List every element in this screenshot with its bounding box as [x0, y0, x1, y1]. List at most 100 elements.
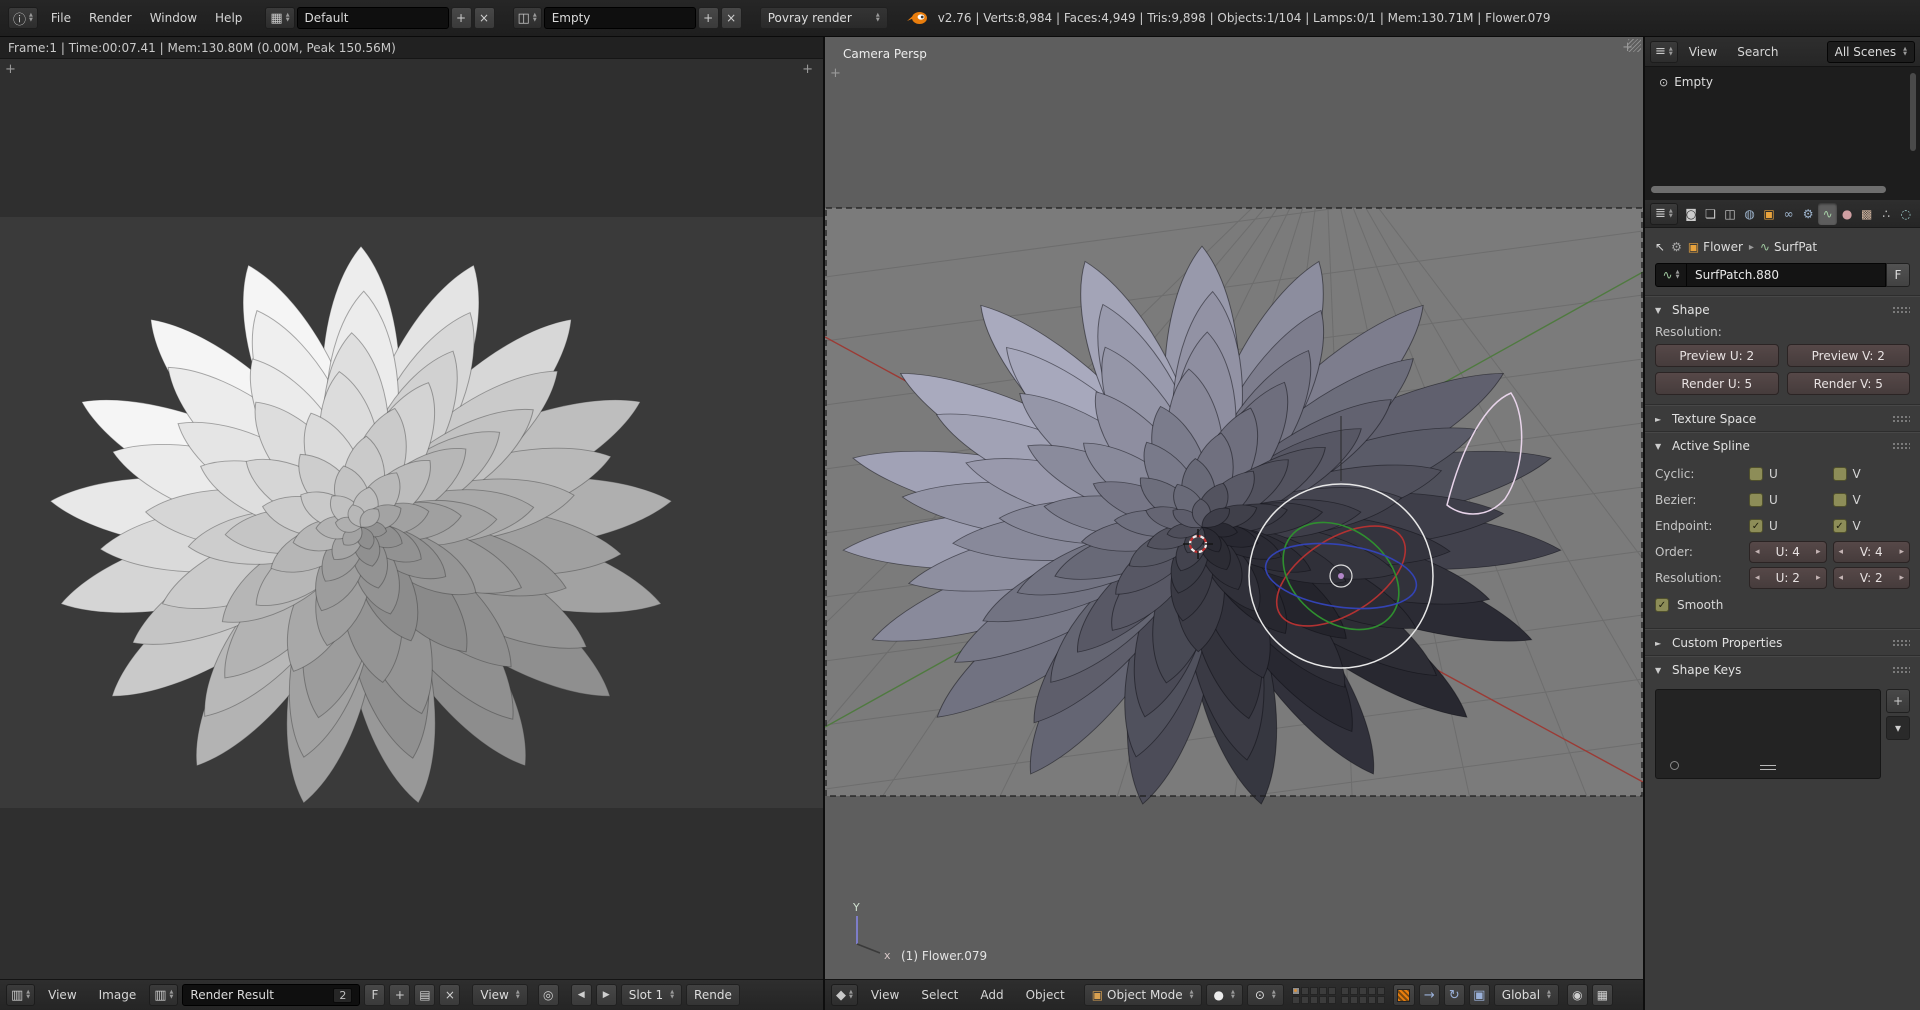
preview-v-button[interactable]: Preview V: 2 — [1787, 344, 1911, 367]
slot-dropdown[interactable]: Slot 1 — [621, 984, 682, 1006]
fake-user-button[interactable]: F — [1886, 263, 1910, 287]
layer-cell[interactable] — [1368, 996, 1376, 1004]
region-toggle-icon[interactable]: + — [5, 63, 16, 76]
shape-keys-list[interactable] — [1655, 689, 1881, 779]
layout-browse-button[interactable]: ▦ — [265, 7, 294, 29]
layer-cell[interactable] — [1292, 996, 1300, 1004]
tab-texture[interactable]: ▩ — [1857, 203, 1876, 225]
fake-user-button[interactable]: F — [364, 984, 385, 1006]
panel-shape-keys-header[interactable]: ▼ Shape Keys — [1655, 657, 1910, 683]
layout-add-button[interactable]: + — [451, 7, 472, 29]
breadcrumb-data[interactable]: ∿ SurfPat — [1760, 240, 1817, 254]
editor-type-button-properties[interactable]: ≣ — [1650, 203, 1678, 225]
layer-cell[interactable] — [1328, 987, 1336, 995]
panel-active-spline-header[interactable]: ▼ Active Spline — [1655, 433, 1910, 459]
preview-u-button[interactable]: Preview U: 2 — [1655, 344, 1779, 367]
menu-search[interactable]: Search — [1728, 45, 1787, 59]
datablock-name-field[interactable]: SurfPatch.880 — [1687, 263, 1886, 287]
tab-render-layers[interactable]: ❏ — [1701, 203, 1720, 225]
layer-cell[interactable] — [1350, 996, 1358, 1004]
cyclic-v-checkbox[interactable]: ✓ — [1833, 467, 1847, 481]
render-v-button[interactable]: Render V: 5 — [1787, 372, 1911, 395]
editor-type-button-image[interactable]: ▥ — [6, 984, 35, 1006]
editor-type-button-3dview[interactable]: ◆ — [831, 984, 858, 1006]
scene-add-button[interactable]: + — [698, 7, 719, 29]
outliner-vscrollbar[interactable] — [1910, 73, 1916, 151]
tab-constraints[interactable]: ∞ — [1779, 203, 1798, 225]
layout-delete-button[interactable]: × — [474, 7, 495, 29]
menu-view[interactable]: View — [39, 988, 85, 1002]
layers-widget[interactable] — [1292, 987, 1385, 1004]
layer-cell[interactable] — [1301, 987, 1309, 995]
editor-type-button-outliner[interactable]: ≡ — [1650, 41, 1678, 63]
scene-name-field[interactable]: Empty — [544, 7, 696, 29]
layer-cell[interactable] — [1359, 987, 1367, 995]
previous-slot-button[interactable]: ◀ — [571, 984, 592, 1006]
editor-type-button-info[interactable]: ⓘ — [8, 7, 38, 29]
render-engine-dropdown[interactable]: Povray render — [760, 7, 888, 29]
tab-render[interactable]: ◙ — [1682, 203, 1701, 225]
opengl-render-button[interactable]: ◉ — [1567, 984, 1588, 1006]
panel-shape-header[interactable]: ▼ Shape — [1655, 297, 1910, 323]
layer-cell[interactable] — [1341, 996, 1349, 1004]
menu-window[interactable]: Window — [141, 11, 206, 25]
scene-browse-button[interactable]: ◫ — [513, 7, 542, 29]
id-browse-button[interactable]: ∿ — [1655, 263, 1687, 287]
smooth-checkbox[interactable]: ✓ — [1655, 598, 1669, 612]
layer-cell[interactable] — [1350, 987, 1358, 995]
resolution-u-stepper[interactable]: ◂ U: 2 ▸ — [1749, 567, 1827, 589]
endpoint-u-checkbox[interactable]: ✓ — [1749, 519, 1763, 533]
render-u-button[interactable]: Render U: 5 — [1655, 372, 1779, 395]
bezier-u-checkbox[interactable]: ✓ — [1749, 493, 1763, 507]
tab-modifiers[interactable]: ⚙ — [1799, 203, 1818, 225]
bezier-v-checkbox[interactable]: ✓ — [1833, 493, 1847, 507]
menu-file[interactable]: File — [42, 11, 80, 25]
region-toggle-icon[interactable]: + — [802, 63, 813, 76]
view-mode-dropdown[interactable]: View — [472, 984, 527, 1006]
render-slot-dropdown[interactable]: Rende — [686, 984, 740, 1006]
layer-cell[interactable] — [1359, 996, 1367, 1004]
layer-cell[interactable] — [1310, 987, 1318, 995]
menu-object[interactable]: Object — [1017, 988, 1074, 1002]
layer-cell[interactable] — [1328, 996, 1336, 1004]
menu-select[interactable]: Select — [912, 988, 967, 1002]
menu-image[interactable]: Image — [90, 988, 146, 1002]
panel-texture-space-header[interactable]: ► Texture Space — [1655, 406, 1910, 432]
viewport-shading-dropdown[interactable]: ● — [1206, 984, 1243, 1006]
layer-cell[interactable] — [1319, 996, 1327, 1004]
opengl-render-anim-button[interactable]: ▦ — [1592, 984, 1613, 1006]
tab-scene[interactable]: ◫ — [1721, 203, 1740, 225]
manipulator-rotate-button[interactable]: ↻ — [1444, 984, 1465, 1006]
menu-view[interactable]: View — [862, 988, 908, 1002]
tab-material[interactable]: ● — [1838, 203, 1857, 225]
pin-button[interactable]: ◎ — [538, 984, 559, 1006]
tab-object-data[interactable]: ∿ — [1818, 203, 1837, 225]
menu-render[interactable]: Render — [80, 11, 141, 25]
outliner-item-empty[interactable]: ⊙ Empty — [1645, 67, 1920, 89]
layer-cell[interactable] — [1319, 987, 1327, 995]
next-slot-button[interactable]: ▶ — [596, 984, 617, 1006]
menu-add[interactable]: Add — [971, 988, 1012, 1002]
render-result-canvas[interactable]: + + — [0, 59, 823, 979]
shape-key-add-button[interactable]: + — [1886, 689, 1910, 713]
manipulator-scale-button[interactable]: ▣ — [1469, 984, 1490, 1006]
layout-name-field[interactable]: Default — [297, 7, 449, 29]
tab-particles[interactable]: ∴ — [1877, 203, 1896, 225]
panel-custom-properties-header[interactable]: ► Custom Properties — [1655, 630, 1910, 656]
snap-button[interactable] — [1393, 984, 1415, 1006]
cyclic-u-checkbox[interactable]: ✓ — [1749, 467, 1763, 481]
region-corner-widget[interactable] — [1628, 39, 1641, 52]
layer-cell[interactable] — [1310, 996, 1318, 1004]
pack-image-button[interactable]: ▤ — [414, 984, 435, 1006]
outliner-display-dropdown[interactable]: All Scenes — [1827, 41, 1915, 63]
shape-key-specials-button[interactable]: ▾ — [1886, 716, 1910, 740]
scene-delete-button[interactable]: × — [721, 7, 742, 29]
viewport-canvas[interactable]: Y x Camera Persp (1) Flower.079 + + — [825, 37, 1643, 979]
tab-object[interactable]: ▣ — [1760, 203, 1779, 225]
tab-world[interactable]: ◍ — [1740, 203, 1759, 225]
new-image-button[interactable]: + — [389, 984, 410, 1006]
layer-cell[interactable] — [1368, 987, 1376, 995]
menu-help[interactable]: Help — [206, 11, 251, 25]
layer-cell[interactable] — [1377, 996, 1385, 1004]
resolution-v-stepper[interactable]: ◂ V: 2 ▸ — [1833, 567, 1911, 589]
